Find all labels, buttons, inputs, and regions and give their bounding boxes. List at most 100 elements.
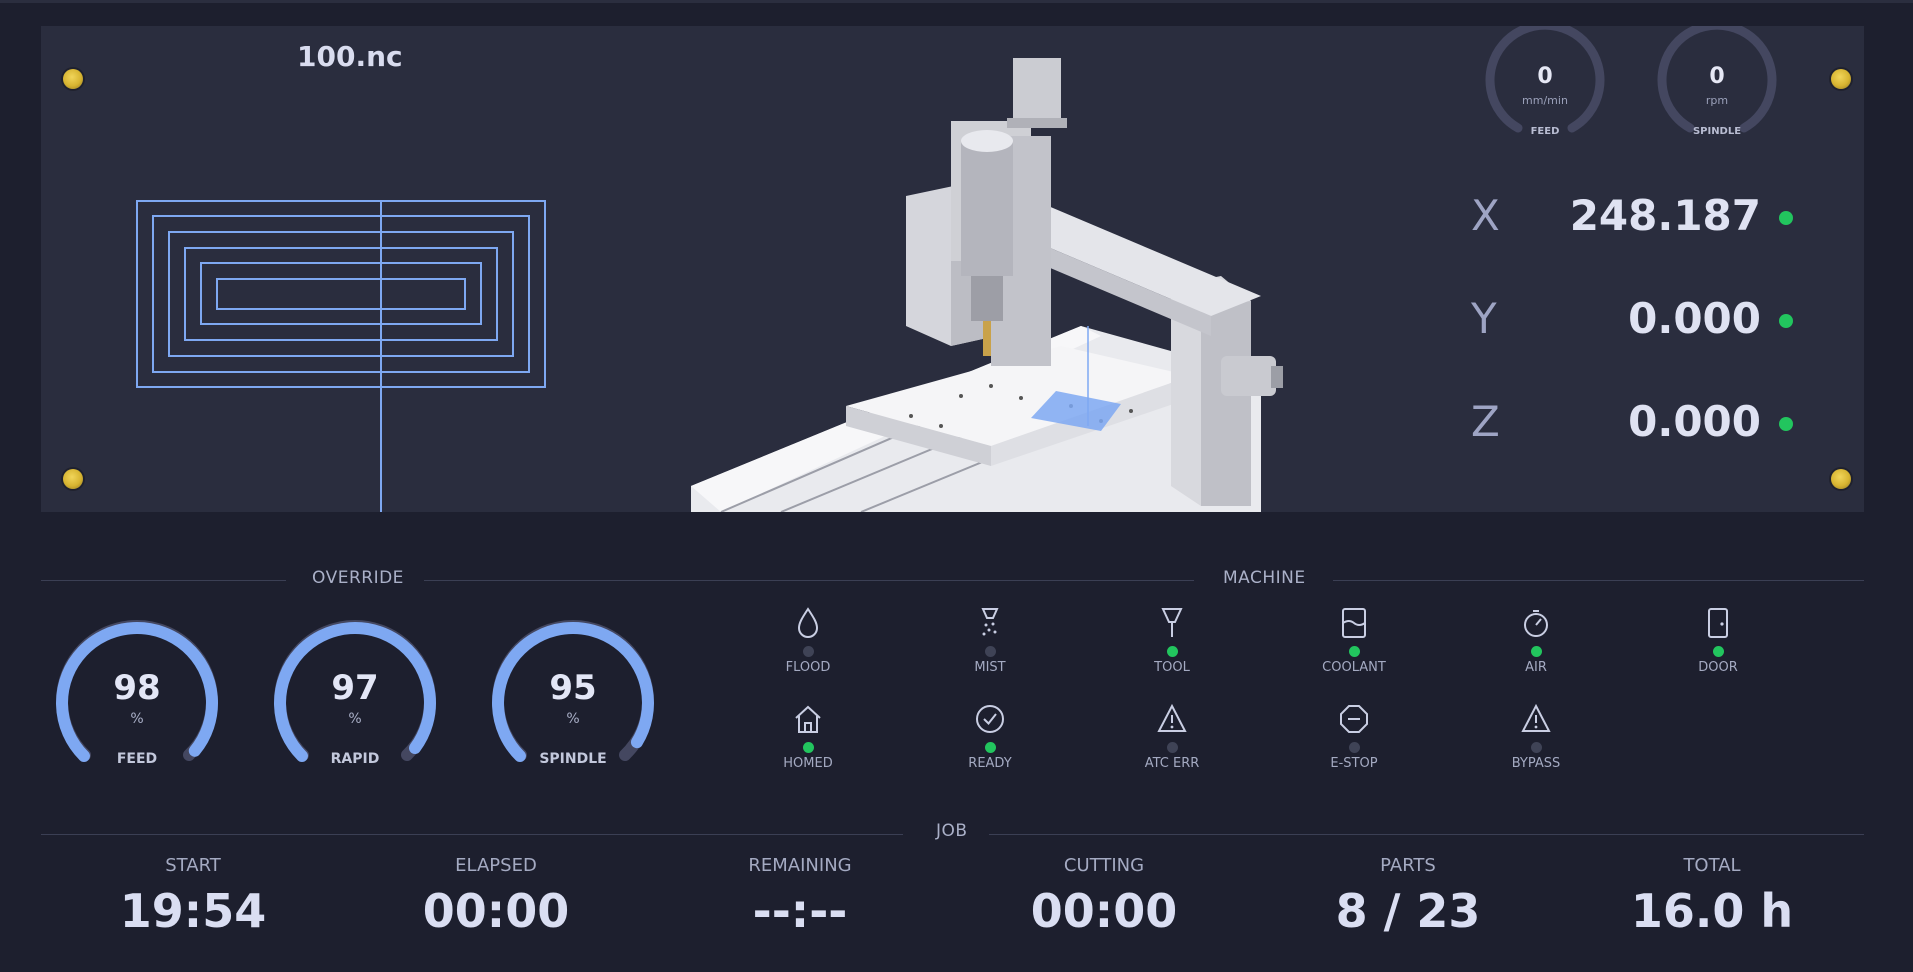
spindle-speed-unit: rpm xyxy=(1705,94,1729,107)
feed-rate-value: 0 xyxy=(1537,64,1553,89)
axis-z-readout: Z 0.000 xyxy=(1471,397,1831,457)
indicator-flood: FLOOD xyxy=(748,606,868,696)
screw-icon xyxy=(63,469,83,489)
axis-x-status-dot xyxy=(1779,211,1793,225)
rapid-override-unit: % xyxy=(348,711,362,727)
program-filename: 100.nc xyxy=(297,40,403,73)
job-parts-label: PARTS xyxy=(1380,855,1436,876)
spindle-override-unit: % xyxy=(566,711,580,727)
override-divider-left xyxy=(41,580,286,581)
toolpath-preview[interactable] xyxy=(136,200,556,512)
indicator-tool-led xyxy=(1166,646,1178,657)
check-circle-icon xyxy=(976,705,1004,733)
indicator-air-label: AIR xyxy=(1525,660,1547,675)
tool-icon xyxy=(1161,608,1183,637)
door-icon xyxy=(1708,608,1728,638)
indicator-tool-label: TOOL xyxy=(1154,660,1190,675)
axis-y-status-dot xyxy=(1779,314,1793,328)
indicator-coolant-label: COOLANT xyxy=(1322,660,1386,675)
job-parts: PARTS 8 / 23 xyxy=(1258,855,1558,938)
feed-rate-gauge: 0 mm/min FEED xyxy=(1480,26,1610,146)
indicator-coolant: COOLANT xyxy=(1294,606,1414,696)
stop-icon xyxy=(1340,705,1368,733)
job-elapsed: ELAPSED 00:00 xyxy=(346,855,646,938)
feed-override-label: FEED xyxy=(116,751,158,767)
cnc-machine-3d-view[interactable] xyxy=(661,26,1301,512)
machine-section-title: MACHINE xyxy=(1223,568,1306,588)
override-divider-right xyxy=(424,580,1194,581)
job-elapsed-label: ELAPSED xyxy=(455,855,537,876)
job-elapsed-value: 00:00 xyxy=(422,884,570,938)
indicator-ready-led xyxy=(984,742,996,753)
indicator-ready-label: READY xyxy=(968,756,1012,771)
indicator-atc-err-label: ATC ERR xyxy=(1144,756,1200,771)
home-icon xyxy=(795,705,821,733)
axis-z-value: 0.000 xyxy=(1628,397,1761,446)
indicator-homed: HOMED xyxy=(748,702,868,792)
rapid-override-label: RAPID xyxy=(330,751,380,767)
feed-rate-label: FEED xyxy=(1530,126,1560,137)
rapid-override-value: 97 xyxy=(331,668,379,708)
indicator-e-stop-label: E-STOP xyxy=(1330,756,1378,771)
indicator-atc-err: ATC ERR xyxy=(1112,702,1232,792)
top-border xyxy=(0,0,1913,3)
feed-rate-unit: mm/min xyxy=(1522,94,1568,107)
axis-z-status-dot xyxy=(1779,417,1793,431)
feed-override-gauge[interactable]: 98 % FEED xyxy=(47,613,227,773)
indicator-coolant-led xyxy=(1348,646,1360,657)
job-remaining-value: --:-- xyxy=(752,884,848,938)
warning-icon xyxy=(1521,703,1551,732)
feed-override-value: 98 xyxy=(113,668,161,708)
indicator-flood-label: FLOOD xyxy=(785,660,831,675)
axis-y-name: Y xyxy=(1471,294,1497,343)
job-divider-right xyxy=(989,834,1864,835)
feed-override-unit: % xyxy=(130,711,144,727)
indicator-air-led xyxy=(1530,646,1542,657)
drop-icon xyxy=(797,607,819,638)
indicator-bypass-led xyxy=(1530,742,1542,753)
override-section-title: OVERRIDE xyxy=(312,568,404,588)
rapid-override-gauge[interactable]: 97 % RAPID xyxy=(265,613,445,773)
indicator-door: DOOR xyxy=(1658,606,1778,696)
indicator-tool: TOOL xyxy=(1112,606,1232,696)
indicator-door-label: DOOR xyxy=(1698,660,1738,675)
spindle-override-label: SPINDLE xyxy=(539,751,607,767)
spindle-override-gauge[interactable]: 95 % SPINDLE xyxy=(483,613,663,773)
job-start-label: START xyxy=(165,855,221,876)
indicator-flood-led xyxy=(802,646,814,657)
axis-x-readout: X 248.187 xyxy=(1471,191,1831,251)
indicator-bypass-label: BYPASS xyxy=(1511,756,1561,771)
coolant-tank-icon xyxy=(1342,608,1366,638)
axis-y-value: 0.000 xyxy=(1628,294,1761,343)
indicator-ready: READY xyxy=(930,702,1050,792)
axis-x-name: X xyxy=(1471,191,1500,240)
screw-icon xyxy=(1831,469,1851,489)
spindle-speed-label: SPINDLE xyxy=(1692,126,1742,137)
indicator-door-led xyxy=(1712,646,1724,657)
indicator-homed-label: HOMED xyxy=(783,756,833,771)
machine-viewer-panel: 100.nc 0 mm/min FEED 0 rpm SPINDLE X 248… xyxy=(41,26,1864,512)
job-section-title: JOB xyxy=(936,821,968,841)
job-parts-value: 8 / 23 xyxy=(1335,884,1481,938)
screw-icon xyxy=(63,69,83,89)
job-start-value: 19:54 xyxy=(119,884,267,938)
job-total-label: TOTAL xyxy=(1683,855,1741,876)
indicator-mist: MIST xyxy=(930,606,1050,696)
job-remaining-label: REMAINING xyxy=(748,855,852,876)
indicator-atc-err-led xyxy=(1166,742,1178,753)
indicator-air: AIR xyxy=(1476,606,1596,696)
job-total: TOTAL 16.0 h xyxy=(1562,855,1862,938)
job-total-value: 16.0 h xyxy=(1630,884,1794,938)
machine-divider-right xyxy=(1333,580,1864,581)
indicator-mist-led xyxy=(984,646,996,657)
gauge-icon xyxy=(1524,610,1548,637)
indicator-e-stop-led xyxy=(1348,742,1360,753)
job-cutting-value: 00:00 xyxy=(1030,884,1178,938)
indicator-bypass: BYPASS xyxy=(1476,702,1596,792)
warning-icon xyxy=(1157,703,1187,732)
job-start: START 19:54 xyxy=(43,855,343,938)
spindle-speed-gauge: 0 rpm SPINDLE xyxy=(1652,26,1782,146)
spindle-override-value: 95 xyxy=(549,668,597,708)
axis-y-readout: Y 0.000 xyxy=(1471,294,1831,354)
spindle-speed-value: 0 xyxy=(1709,64,1725,89)
